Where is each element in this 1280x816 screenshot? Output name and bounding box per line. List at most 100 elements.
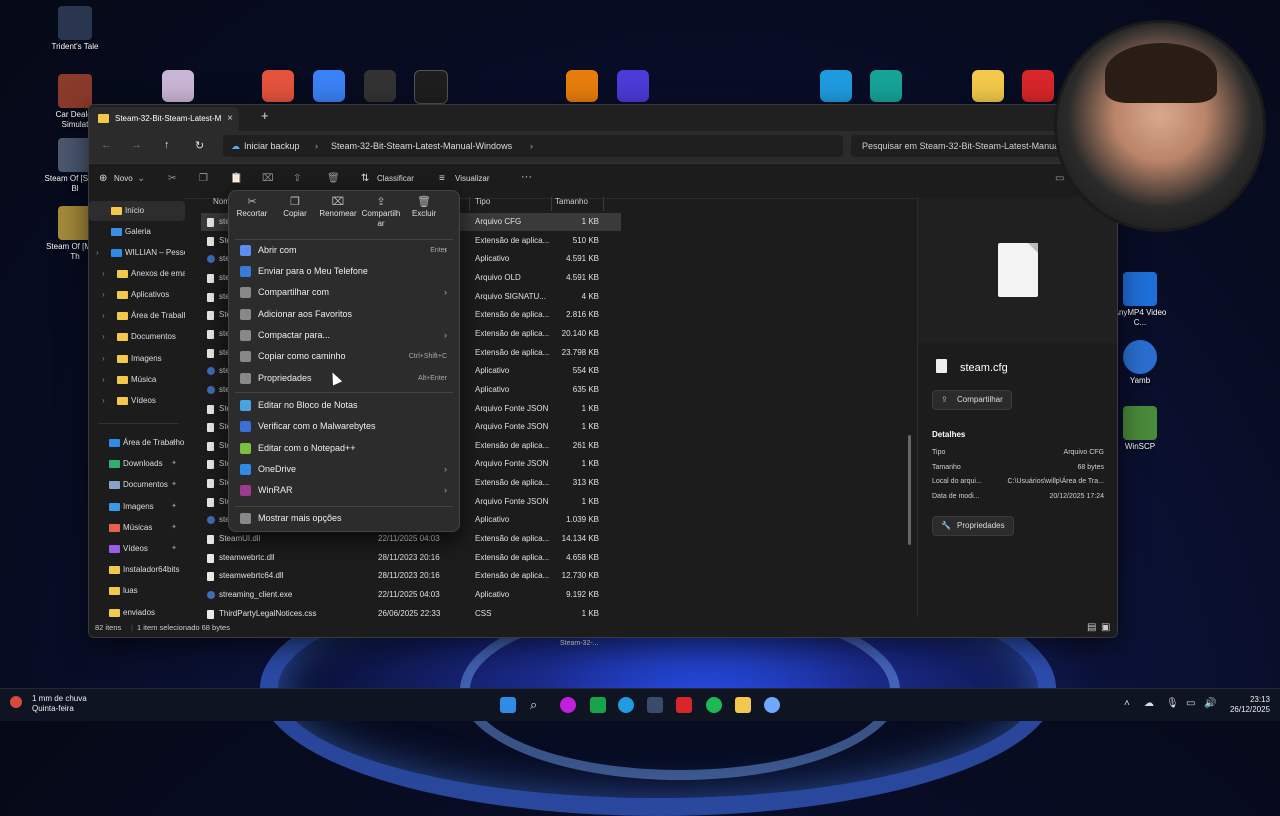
menu-item[interactable]: Editar no Bloco de Notas: [229, 395, 459, 416]
quick-access-item[interactable]: Imagens ✦: [89, 497, 185, 517]
chevron-right-icon[interactable]: ›: [102, 327, 105, 347]
menu-item[interactable]: OneDrive ›: [229, 459, 459, 480]
steam-taskbar-icon[interactable]: [647, 697, 663, 713]
delete-icon[interactable]: 🗑: [327, 173, 340, 184]
clock[interactable]: 23:13 26/12/2025: [1230, 695, 1270, 715]
menu-item[interactable]: Editar com o Notepad++: [229, 438, 459, 459]
chevron-right-icon[interactable]: ›: [102, 370, 105, 390]
edge-icon[interactable]: [820, 70, 852, 102]
chevron-right-icon[interactable]: ›: [102, 391, 105, 411]
app-icon-red[interactable]: [676, 697, 692, 713]
share-icon[interactable]: ⇪: [293, 173, 301, 184]
sidebar-item[interactable]: › Área de Trabalho: [89, 306, 185, 326]
forward-arrow-icon[interactable]: →: [131, 139, 142, 151]
menu-item[interactable]: Abrir com Enter ›: [229, 240, 459, 261]
hex-app-icon[interactable]: [364, 70, 396, 102]
sidebar-item[interactable]: › Imagens: [89, 349, 185, 369]
new-tab-button[interactable]: +: [261, 108, 269, 123]
quick-access-item[interactable]: Área de Trabalho ✦: [89, 433, 185, 453]
file-explorer-taskbar-icon[interactable]: [735, 697, 751, 713]
desktop-icon-tridents-tale[interactable]: Trident's Tale: [43, 6, 107, 52]
sidebar-item[interactable]: › Aplicativos: [89, 285, 185, 305]
paste-icon[interactable]: 📋: [230, 173, 242, 184]
details-pane-icon[interactable]: ▭: [1055, 173, 1064, 184]
menu-item[interactable]: Propriedades Alt+Enter: [229, 368, 459, 389]
properties-button[interactable]: 🔧 Propriedades: [932, 516, 1014, 536]
edge-taskbar-icon[interactable]: [618, 697, 634, 713]
chevron-right-icon[interactable]: ›: [102, 349, 105, 369]
refresh-icon[interactable]: ↻: [195, 139, 204, 152]
red-app-icon[interactable]: [262, 70, 294, 102]
cut-quick-action[interactable]: ✂ Recortar: [231, 197, 273, 219]
sidebar-item[interactable]: › WILLIAN – Pessoal: [89, 243, 185, 263]
cloud-icon[interactable]: ☁: [1144, 698, 1154, 709]
column-header-size[interactable]: Tamanho: [555, 197, 588, 206]
file-row[interactable]: steamwebrtc64.dll 28/11/2023 20:16 Extensã…: [201, 567, 621, 585]
v-app-icon[interactable]: [617, 70, 649, 102]
quick-access-item[interactable]: Instalador64bits: [89, 560, 185, 580]
sort-button[interactable]: Classificar: [377, 174, 414, 183]
cut-icon[interactable]: ✂: [168, 173, 176, 184]
spotify-icon[interactable]: [706, 697, 722, 713]
monitor-icon[interactable]: ▭: [1186, 698, 1195, 709]
s-app-icon[interactable]: [870, 70, 902, 102]
weather-widget[interactable]: 1 mm de chuva Quinta-feira: [10, 694, 87, 714]
breadcrumb-item-folder[interactable]: Steam-32-Bit-Steam-Latest-Manual-Windows: [331, 135, 512, 157]
menu-item[interactable]: Adicionar aos Favoritos: [229, 304, 459, 325]
delete-quick-action[interactable]: 🗑 Excluir: [403, 197, 445, 219]
tab-close-icon[interactable]: ×: [227, 107, 233, 131]
tiles-view-icon[interactable]: ▣: [1101, 619, 1110, 637]
app-icon-blue[interactable]: [764, 697, 780, 713]
sidebar-item[interactable]: › Anexos de email: [89, 264, 185, 284]
sidebar-item[interactable]: › Música: [89, 370, 185, 390]
menu-item[interactable]: Compactar para... ›: [229, 325, 459, 346]
breadcrumb[interactable]: ☁ Iniciar backup › Steam-32-Bit-Steam-La…: [223, 135, 843, 157]
share-button[interactable]: ⇪ Compartilhar: [932, 390, 1012, 410]
quick-access-item[interactable]: Músicas ✦: [89, 518, 185, 538]
copy-quick-action[interactable]: ❐ Copiar: [274, 197, 316, 219]
column-divider[interactable]: [603, 197, 604, 211]
sidebar-item[interactable]: Galeria: [89, 222, 185, 242]
menu-item[interactable]: Enviar para o Meu Telefone: [229, 261, 459, 282]
column-divider[interactable]: [551, 197, 552, 211]
file-row[interactable]: SteamUI.dll 22/11/2025 04:03 Extensão de a…: [201, 530, 621, 548]
chevron-right-icon[interactable]: ›: [96, 243, 99, 263]
chevron-right-icon[interactable]: ›: [102, 264, 105, 284]
column-header-type[interactable]: Tipo: [475, 197, 490, 206]
search-icon[interactable]: ⌕: [530, 697, 546, 713]
mic-icon[interactable]: 🎙: [1166, 698, 1179, 709]
copy-icon[interactable]: ❐: [199, 173, 208, 184]
menu-item[interactable]: WinRAR ›: [229, 480, 459, 501]
quick-access-item[interactable]: Downloads ✦: [89, 454, 185, 474]
details-view-icon[interactable]: ▤: [1087, 619, 1096, 637]
up-arrow-icon[interactable]: ↑: [164, 139, 170, 151]
terminal-icon[interactable]: [414, 70, 448, 104]
blue-app-icon[interactable]: [313, 70, 345, 102]
volume-icon[interactable]: 🔊: [1204, 698, 1216, 709]
sidebar-item[interactable]: › Vídeos: [89, 391, 185, 411]
rename-icon[interactable]: ⌧: [262, 173, 274, 184]
breadcrumb-item-backup[interactable]: Iniciar backup: [244, 135, 300, 157]
video-app-icon[interactable]: [1022, 70, 1054, 102]
quick-access-item[interactable]: Documentos ✦: [89, 475, 185, 495]
menu-item[interactable]: Mostrar mais opções: [229, 508, 459, 529]
new-button[interactable]: Novo: [114, 174, 133, 183]
blender-icon[interactable]: [566, 70, 598, 102]
app-icon-purple[interactable]: [560, 697, 576, 713]
tab-current-folder[interactable]: Steam-32-Bit-Steam-Latest-M ×: [89, 107, 239, 131]
column-divider[interactable]: [469, 197, 470, 211]
menu-item[interactable]: Copiar como caminho Ctrl+Shift+C: [229, 346, 459, 367]
back-arrow-icon[interactable]: ←: [101, 139, 112, 151]
menu-item[interactable]: Verificar com o Malwarebytes: [229, 416, 459, 437]
sidebar-item[interactable]: Início: [89, 201, 185, 221]
quick-access-item[interactable]: Vídeos ✦: [89, 539, 185, 559]
more-options-button[interactable]: ···: [521, 171, 532, 183]
start-icon[interactable]: [500, 697, 516, 713]
anime-app-icon[interactable]: [162, 70, 194, 102]
sidebar-item[interactable]: › Documentos: [89, 327, 185, 347]
view-button[interactable]: Visualizar: [455, 174, 490, 183]
chevron-right-icon[interactable]: ›: [102, 306, 105, 326]
chevron-up-icon[interactable]: ˄: [1124, 698, 1130, 709]
rename-quick-action[interactable]: ⌧ Renomear: [317, 197, 359, 219]
quick-access-item[interactable]: luas: [89, 581, 185, 601]
